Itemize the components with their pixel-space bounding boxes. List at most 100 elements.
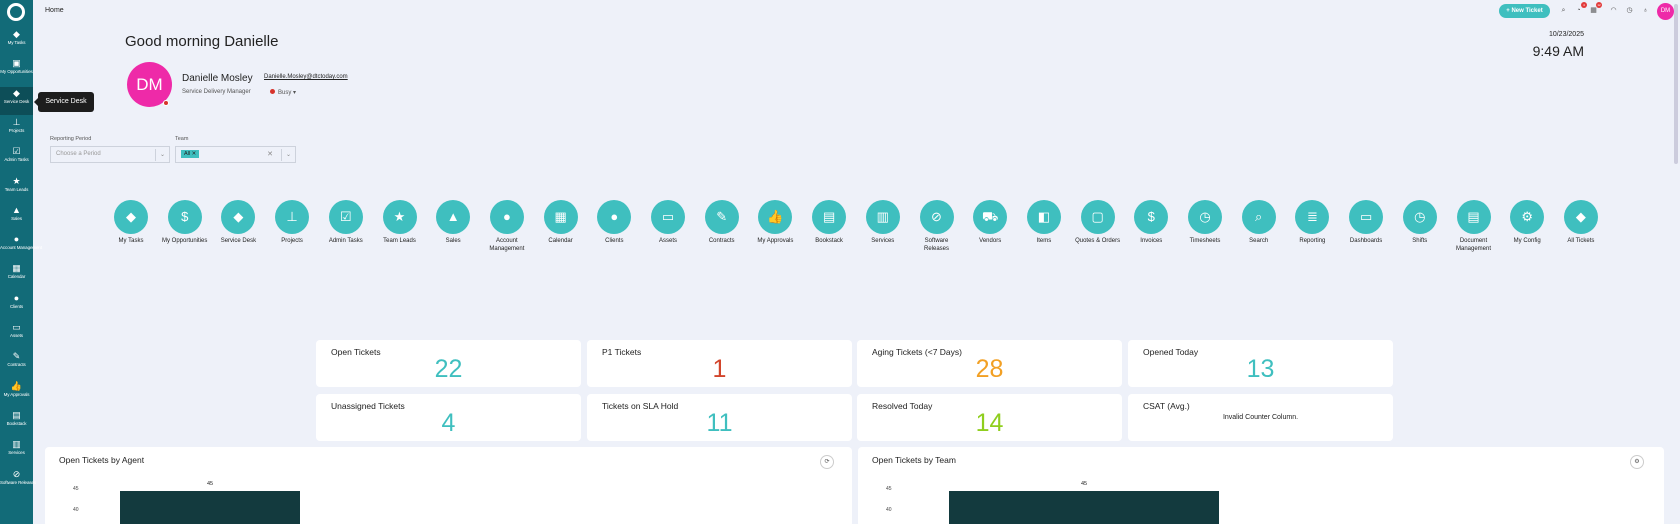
history-icon[interactable]: ◷ <box>1624 5 1635 16</box>
sitemap-icon[interactable]: ⊥ <box>275 200 310 234</box>
sidebar-item-my-opportunities[interactable]: ▣ My Opportunities <box>0 57 33 85</box>
sidebar-item-bookstack[interactable]: ▤ Bookstack <box>0 409 33 437</box>
ticket-icon[interactable]: ◆ <box>114 200 148 234</box>
tile-my-config[interactable]: ⚙ My Config <box>1502 200 1552 245</box>
tile-my-tasks[interactable]: ◆ My Tasks <box>106 200 156 245</box>
services-icon[interactable]: ▥ <box>865 200 900 234</box>
new-ticket-button[interactable]: + New Ticket <box>1499 4 1550 18</box>
monitor-icon[interactable]: ▭ <box>1349 200 1384 234</box>
user-email-link[interactable]: Danielle.Mosley@dtctoday.com <box>264 74 348 80</box>
laptop-icon[interactable]: ▭ <box>651 200 685 234</box>
chevron-down-icon[interactable]: ⌄ <box>155 149 169 161</box>
breadcrumb[interactable]: Home <box>45 7 64 14</box>
agent-bar[interactable] <box>120 491 300 524</box>
tile-account-management[interactable]: ● Account Management <box>482 200 532 253</box>
counter-card[interactable]: Open Tickets 22 <box>316 340 581 387</box>
tile-clients[interactable]: ● Clients <box>589 200 639 245</box>
tile-all-tickets[interactable]: ◆ All Tickets <box>1556 200 1606 245</box>
tile-calendar[interactable]: ▦ Calendar <box>536 200 586 245</box>
clock-icon[interactable]: ◷ <box>1188 200 1222 234</box>
search-icon[interactable]: ⌕ <box>1558 5 1569 16</box>
disc-icon[interactable]: ⊘ <box>919 200 954 234</box>
counter-card[interactable]: Tickets on SLA Hold 11 <box>587 394 852 441</box>
tile-my-opportunities[interactable]: $ My Opportunities <box>160 200 210 245</box>
settings-icon[interactable]: ⚙ <box>1630 455 1644 469</box>
counter-card[interactable]: P1 Tickets 1 <box>587 340 852 387</box>
tile-service-desk[interactable]: ◆ Service Desk <box>213 200 263 245</box>
tile-shifts[interactable]: ◷ Shifts <box>1395 200 1445 245</box>
money-icon[interactable]: $ <box>167 200 202 234</box>
sidebar-item-software-releases[interactable]: ⊘ Software Releases <box>0 468 36 496</box>
chart-icon[interactable]: ▲ <box>436 200 471 234</box>
team-tag[interactable]: All ✕ <box>181 150 200 158</box>
tile-projects[interactable]: ⊥ Projects <box>267 200 317 245</box>
money-bag-icon[interactable]: $ <box>1134 200 1169 234</box>
sidebar-item-account-management[interactable]: ● Account Management <box>0 233 42 261</box>
tile-quotes-orders[interactable]: ▢ Quotes & Orders <box>1073 200 1123 245</box>
tile-dashboards[interactable]: ▭ Dashboards <box>1341 200 1391 245</box>
logo[interactable] <box>7 3 25 21</box>
rss-icon[interactable]: ◠ <box>1608 5 1619 16</box>
clock-icon[interactable]: ◷ <box>1402 200 1437 234</box>
reporting-period-select[interactable]: Choose a Period ⌄ <box>50 146 170 163</box>
sidebar-item-assets[interactable]: ▭ Assets <box>0 321 33 349</box>
tile-assets[interactable]: ▭ Assets <box>643 200 693 245</box>
tile-services[interactable]: ▥ Services <box>858 200 908 245</box>
tile-software-releases[interactable]: ⊘ Software Releases <box>912 200 962 253</box>
team-bar[interactable] <box>949 491 1219 524</box>
box-icon[interactable]: ◧ <box>1026 200 1061 234</box>
truck-icon[interactable]: ⛟ <box>973 200 1008 234</box>
team-select[interactable]: All ✕ ✕ ⌄ <box>175 146 296 163</box>
chevron-down-icon[interactable]: ⌄ <box>281 149 295 161</box>
tile-team-leads[interactable]: ★ Team Leads <box>375 200 425 245</box>
tile-document-management[interactable]: ▤ Document Management <box>1449 200 1499 253</box>
sidebar-item-clients[interactable]: ● Clients <box>0 292 33 320</box>
scrollbar[interactable] <box>1674 4 1678 164</box>
gear-icon[interactable]: ⚙ <box>1510 200 1545 234</box>
refresh-icon[interactable]: ⟳ <box>820 455 834 469</box>
user-avatar-button[interactable]: DM <box>1657 3 1674 20</box>
tile-invoices[interactable]: $ Invoices <box>1126 200 1176 245</box>
thumbs-up-icon[interactable]: 👍 <box>758 200 793 234</box>
counter-card[interactable]: Aging Tickets (<7 Days) 28 <box>857 340 1122 387</box>
book-icon[interactable]: ▤ <box>812 200 847 234</box>
counter-card[interactable]: Resolved Today 14 <box>857 394 1122 441</box>
tile-vendors[interactable]: ⛟ Vendors <box>965 200 1015 245</box>
report-icon[interactable]: ≣ <box>1295 200 1330 234</box>
document-icon[interactable]: ▢ <box>1080 200 1115 234</box>
tile-search[interactable]: ⌕ Search <box>1234 200 1284 245</box>
tile-sales[interactable]: ▲ Sales <box>428 200 478 245</box>
counter-card[interactable]: CSAT (Avg.) Invalid Counter Column. <box>1128 394 1393 441</box>
tile-contracts[interactable]: ✎ Contracts <box>697 200 747 245</box>
tile-bookstack[interactable]: ▤ Bookstack <box>804 200 854 245</box>
contract-icon[interactable]: ✎ <box>704 200 739 234</box>
ticket-icon[interactable]: ◆ <box>1563 200 1598 234</box>
clear-icon[interactable]: ✕ <box>267 147 273 162</box>
sidebar-item-service-desk[interactable]: ◆ Service Desk <box>0 86 33 115</box>
sidebar-item-calendar[interactable]: ▦ Calendar <box>0 262 33 290</box>
status-dropdown[interactable]: Busy ▾ <box>270 89 296 96</box>
counter-card[interactable]: Unassigned Tickets 4 <box>316 394 581 441</box>
bell-icon[interactable]: ◔ 4 <box>1573 2 1587 16</box>
sidebar-item-admin-tasks[interactable]: ☑ Admin Tasks <box>0 145 33 173</box>
sidebar-item-sales[interactable]: ▲ Sales <box>0 204 33 232</box>
lightbulb-icon[interactable]: ♁ <box>1640 5 1651 16</box>
sidebar-item-team-leads[interactable]: ★ Team Leads <box>0 175 33 203</box>
ticket-icon[interactable]: ◆ <box>221 200 256 234</box>
counter-card[interactable]: Opened Today 13 <box>1128 340 1393 387</box>
sidebar-item-my-approvals[interactable]: 👍 My Approvals <box>0 380 33 408</box>
calendar-icon[interactable]: ▦ <box>543 200 578 234</box>
checkbox-icon[interactable]: ☑ <box>328 200 363 234</box>
tile-timesheets[interactable]: ◷ Timesheets <box>1180 200 1230 245</box>
tile-my-approvals[interactable]: 👍 My Approvals <box>750 200 800 245</box>
tile-items[interactable]: ◧ Items <box>1019 200 1069 245</box>
documents-icon[interactable]: ▤ <box>1456 200 1491 234</box>
tile-admin-tasks[interactable]: ☑ Admin Tasks <box>321 200 371 245</box>
sidebar-item-projects[interactable]: ⊥ Projects <box>0 116 33 144</box>
star-icon[interactable]: ★ <box>382 200 417 234</box>
sidebar-item-contracts[interactable]: ✎ Contracts <box>0 350 33 378</box>
calendar-icon[interactable]: ▦ 12 <box>1588 2 1602 16</box>
person-icon[interactable]: ● <box>597 200 632 234</box>
sidebar-item-my-tasks[interactable]: ◆ My Tasks <box>0 28 33 56</box>
sidebar-item-services[interactable]: ▥ Services <box>0 438 33 466</box>
